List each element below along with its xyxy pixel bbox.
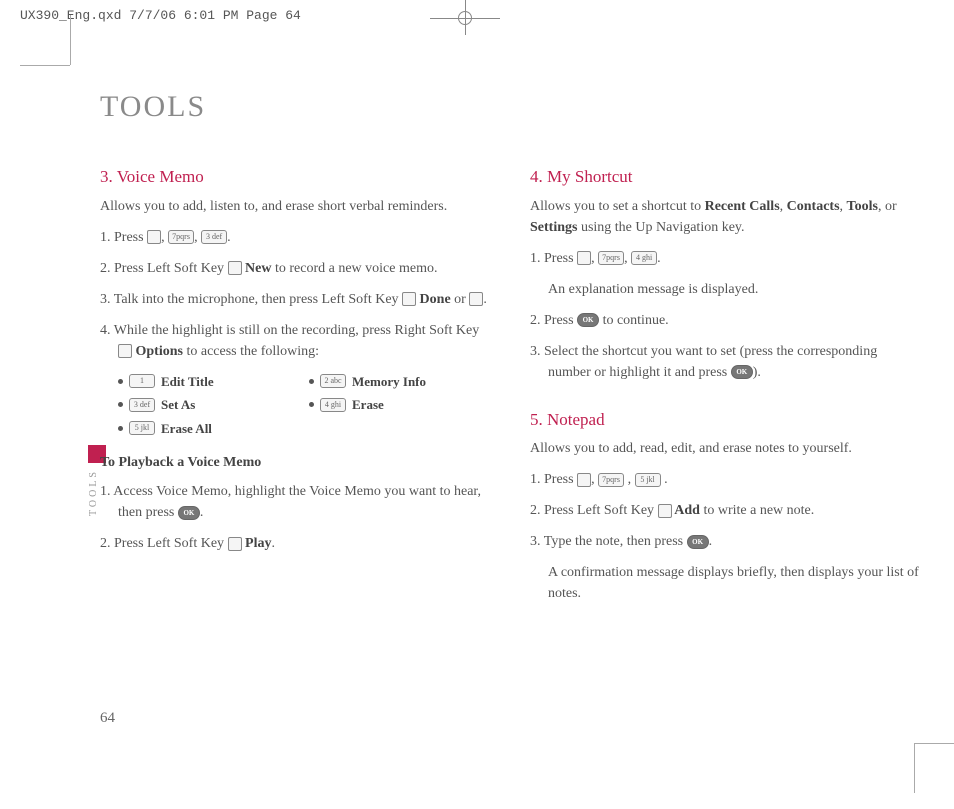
playback-step-2: 2. Press Left Soft Key Play.	[100, 533, 490, 554]
side-label: TOOLS	[88, 469, 99, 516]
playback-step-1: 1. Access Voice Memo, highlight the Voic…	[100, 481, 490, 523]
key-7-icon: 7pqrs	[168, 230, 194, 244]
print-header: UX390_Eng.qxd 7/7/06 6:01 PM Page 64	[20, 8, 301, 23]
key-3-icon: 3 def	[129, 398, 155, 412]
notepad-step-3: 3. Type the note, then press OK.	[530, 531, 920, 552]
section-title-notepad: 5. Notepad	[530, 407, 920, 433]
soft-key-icon	[118, 344, 132, 358]
voice-memo-step-1: 1. Press , 7pqrs, 3 def.	[100, 227, 490, 248]
notepad-step-1: 1. Press , 7pqrs , 5 jkl .	[530, 469, 920, 490]
shortcut-intro: Allows you to set a shortcut to Recent C…	[530, 196, 920, 238]
soft-key-icon	[577, 473, 591, 487]
crop-mark-icon	[20, 65, 70, 66]
key-5-icon: 5 jkl	[635, 473, 661, 487]
key-1-icon: 1	[129, 374, 155, 388]
option-edit-title: 1Edit Title	[118, 372, 299, 392]
key-7-icon: 7pqrs	[598, 473, 624, 487]
soft-key-icon	[228, 537, 242, 551]
section-title-my-shortcut: 4. My Shortcut	[530, 164, 920, 190]
ok-key-icon: OK	[687, 535, 709, 549]
shortcut-step-2: 2. Press OK to continue.	[530, 310, 920, 331]
ok-key-icon: OK	[577, 313, 599, 327]
voice-memo-step-3: 3. Talk into the microphone, then press …	[100, 289, 490, 310]
ok-key-icon: OK	[731, 365, 753, 379]
shortcut-step-1b: An explanation message is displayed.	[530, 279, 920, 300]
soft-key-icon	[147, 230, 161, 244]
crop-mark-icon	[914, 743, 954, 744]
soft-key-icon	[402, 292, 416, 306]
shortcut-step-3: 3. Select the shortcut you want to set (…	[530, 341, 920, 383]
left-column: 3. Voice Memo Allows you to add, listen …	[100, 164, 490, 614]
voice-memo-step-2: 2. Press Left Soft Key New to record a n…	[100, 258, 490, 279]
section-title-voice-memo: 3. Voice Memo	[100, 164, 490, 190]
option-set-as: 3 defSet As	[118, 395, 299, 415]
notepad-end: A confirmation message displays briefly,…	[530, 562, 920, 604]
end-key-icon	[469, 292, 483, 306]
right-column: 4. My Shortcut Allows you to set a short…	[530, 164, 920, 614]
option-erase-all: 5 jklErase All	[118, 419, 299, 439]
registration-mark-icon	[430, 0, 500, 35]
page-number: 64	[100, 710, 115, 727]
option-erase: 4 ghiErase	[309, 395, 490, 415]
soft-key-icon	[658, 504, 672, 518]
key-5-icon: 5 jkl	[129, 421, 155, 435]
notepad-intro: Allows you to add, read, edit, and erase…	[530, 438, 920, 459]
voice-memo-intro: Allows you to add, listen to, and erase …	[100, 196, 490, 217]
soft-key-icon	[577, 251, 591, 265]
option-memory-info: 2 abcMemory Info	[309, 372, 490, 392]
voice-memo-step-4: 4. While the highlight is still on the r…	[100, 320, 490, 362]
page-title: TOOLS	[100, 90, 920, 124]
ok-key-icon: OK	[178, 506, 200, 520]
key-4-icon: 4 ghi	[631, 251, 657, 265]
soft-key-icon	[228, 261, 242, 275]
shortcut-step-1: 1. Press , 7pqrs, 4 ghi.	[530, 248, 920, 269]
key-3-icon: 3 def	[201, 230, 227, 244]
key-7-icon: 7pqrs	[598, 251, 624, 265]
playback-title: To Playback a Voice Memo	[100, 452, 490, 473]
notepad-step-2: 2. Press Left Soft Key Add to write a ne…	[530, 500, 920, 521]
voice-memo-options: 1Edit Title 2 abcMemory Info 3 defSet As…	[118, 372, 490, 439]
key-2-icon: 2 abc	[320, 374, 346, 388]
key-4-icon: 4 ghi	[320, 398, 346, 412]
